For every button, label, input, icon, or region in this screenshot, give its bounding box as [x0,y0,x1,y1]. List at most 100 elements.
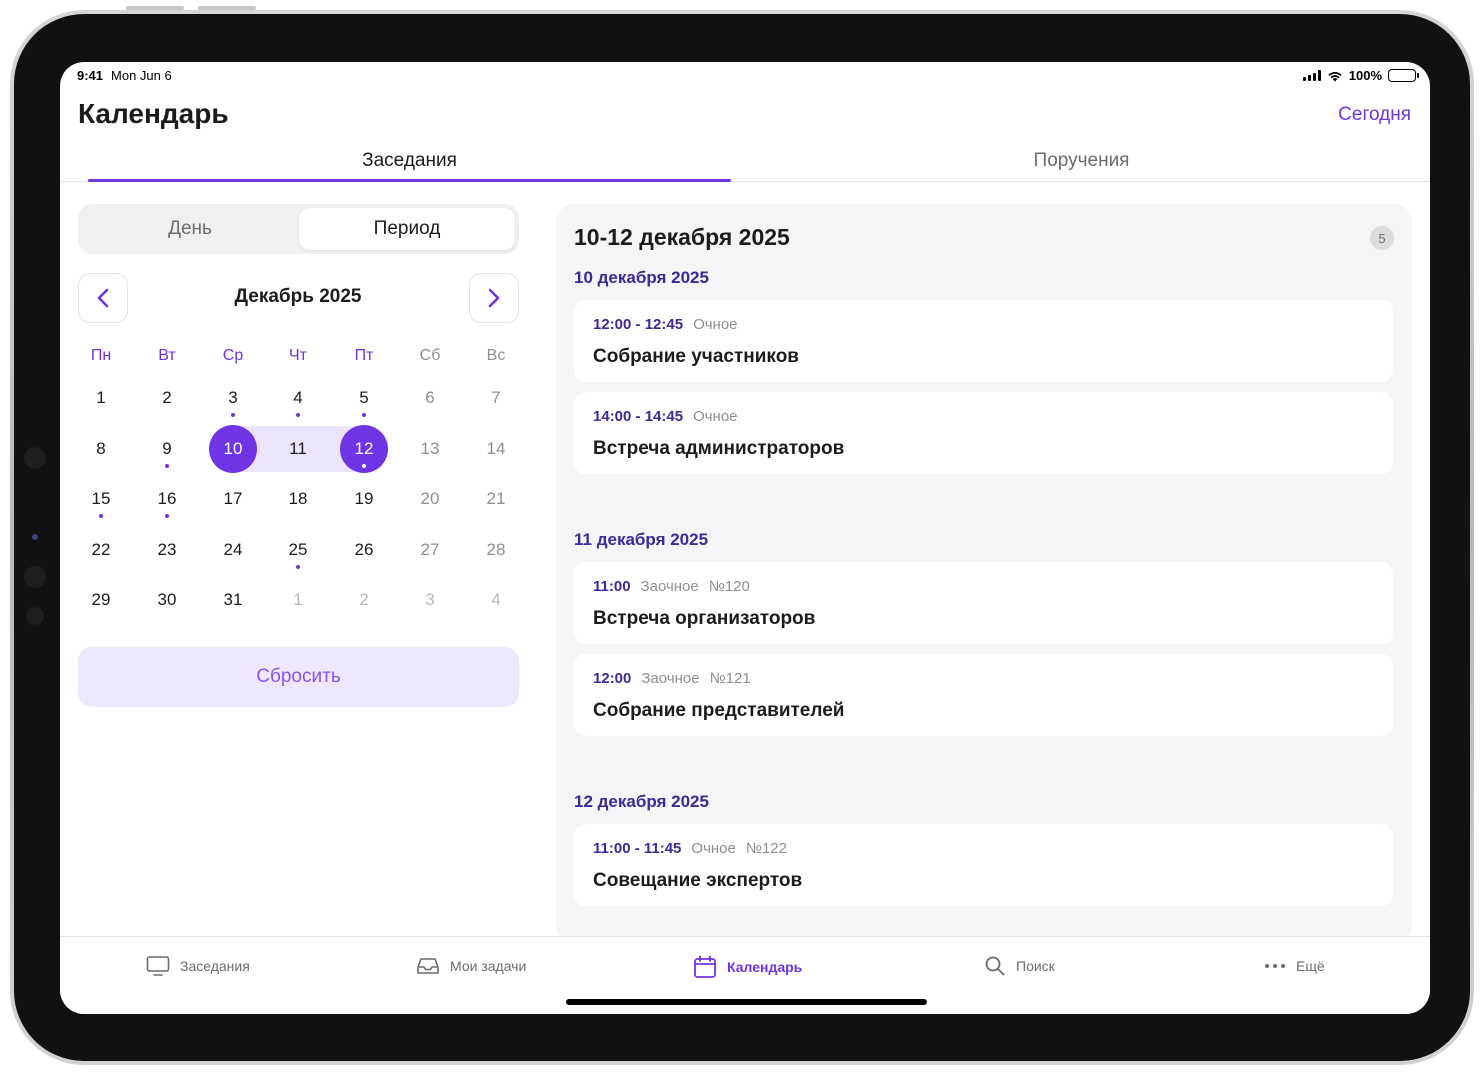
today-button[interactable]: Сегодня [1338,104,1411,126]
more-icon [1265,964,1285,968]
status-bar: 9:41 Mon Jun 6 100% [60,62,1430,88]
calendar-day[interactable]: 11 [274,425,322,473]
meeting-type: Очное [693,316,738,333]
active-tab-indicator [88,179,731,182]
day-number: 31 [223,590,243,609]
meeting-card[interactable]: 11:00 Заочное №120 Встреча организаторов [574,562,1393,644]
status-time: 9:41 [77,68,104,83]
calendar-day[interactable]: 31 [209,576,257,624]
tabbar-label: Заседания [180,958,250,974]
calendar-day[interactable]: 2 [340,576,388,624]
calendar-day[interactable]: 7 [472,374,520,422]
day-number: 10 [223,438,243,458]
meeting-meta: 12:00 Заочное №121 [593,670,751,687]
calendar-day[interactable]: 6 [406,374,454,422]
calendar-day[interactable]: 26 [340,526,388,574]
home-indicator [566,999,927,1005]
tabbar-item-calendar[interactable]: Календарь [693,955,802,979]
calendar-day[interactable]: 14 [472,425,520,473]
day-number: 17 [223,489,243,508]
calendar-day[interactable]: 18 [274,475,322,523]
calendar-day[interactable]: 13 [406,425,454,473]
tabbar-item-my-tasks[interactable]: Мои задачи [416,955,526,977]
day-number: 5 [359,388,369,407]
segment-period[interactable]: Период [299,208,515,250]
volume-button [126,6,184,10]
day-number: 25 [288,539,308,559]
calendar-day-selected[interactable]: 10 [209,424,257,473]
tab-assignments[interactable]: Поручения [760,150,1403,172]
status-date: Mon Jun 6 [111,68,172,83]
event-dot-icon [231,413,235,417]
calendar-day[interactable]: 29 [77,576,125,624]
power-button [198,6,256,10]
meeting-meta: 11:00 - 11:45 Очное №122 [593,840,787,857]
agenda-panel: 10-12 декабря 2025 5 10 декабря 2025 12:0… [556,204,1412,944]
bottom-tab-bar: Заседания Мои задачи Календарь Поиск Ещё [60,936,1430,1014]
meeting-title: Встреча администраторов [593,438,845,459]
event-count-badge: 5 [1370,226,1394,250]
calendar-day[interactable]: 1 [274,576,322,624]
prev-month-button[interactable] [78,273,128,323]
chevron-right-icon [488,288,500,308]
tabbar-item-more[interactable]: Ещё [1264,955,1325,977]
weekday-label: Чт [289,347,307,364]
meeting-type: Заочное [641,670,700,687]
day-number: 4 [293,388,303,407]
meeting-type: Очное [691,840,736,857]
reset-button[interactable]: Сбросить [78,647,519,707]
calendar-day[interactable]: 23 [143,526,191,574]
tabbar-item-search[interactable]: Поиск [984,955,1055,977]
event-dot-icon [165,514,169,518]
meeting-number: №120 [708,578,750,595]
calendar-day[interactable]: 3 [406,576,454,624]
meeting-title: Собрание участников [593,346,799,367]
calendar-day[interactable]: 15 [77,475,125,523]
calendar-day[interactable]: 3 [209,374,257,422]
battery-percent: 100% [1348,68,1382,83]
next-month-button[interactable] [469,273,519,323]
calendar-day[interactable]: 4 [274,374,322,422]
agenda-range-title: 10-12 декабря 2025 [574,224,790,250]
calendar-day[interactable]: 19 [340,475,388,523]
calendar-day[interactable]: 20 [406,475,454,523]
meeting-card[interactable]: 12:00 Заочное №121 Собрание представителей [574,654,1393,736]
segment-day[interactable]: День [82,208,298,250]
calendar-day[interactable]: 5 [340,374,388,422]
calendar-day[interactable]: 4 [472,576,520,624]
tabbar-item-meetings[interactable]: Заседания [146,955,250,977]
event-dot-icon [165,463,169,468]
camera-indicator [32,534,38,540]
calendar-day[interactable]: 25 [274,526,322,574]
chevron-left-icon [97,288,109,308]
meeting-time: 11:00 [593,578,631,595]
calendar-day[interactable]: 8 [77,425,125,473]
tab-meetings[interactable]: Заседания [88,150,731,172]
weekday-label: Сб [419,347,441,364]
calendar-day-selected[interactable]: 12 [340,424,388,473]
meeting-title: Совещание экспертов [593,870,803,891]
calendar-day[interactable]: 24 [209,526,257,574]
calendar-day[interactable]: 28 [472,526,520,574]
calendar-day[interactable]: 22 [77,526,125,574]
event-dot-icon [296,564,300,569]
day-number: 13 [420,438,440,458]
calendar-day[interactable]: 30 [143,576,191,624]
calendar-day[interactable]: 9 [143,425,191,473]
monitor-icon [146,956,170,976]
day-number: 3 [228,388,238,407]
calendar-day[interactable]: 16 [143,475,191,523]
calendar-day[interactable]: 27 [406,526,454,574]
meeting-card[interactable]: 11:00 - 11:45 Очное №122 Совещание эксперто… [574,824,1393,906]
day-number: 4 [491,590,501,609]
calendar-day[interactable]: 17 [209,475,257,523]
weekday-label: Ср [222,347,244,364]
calendar-day[interactable]: 21 [472,475,520,523]
calendar-day[interactable]: 2 [143,374,191,422]
day-number: 21 [486,489,506,508]
tabbar-label: Ещё [1296,958,1325,974]
weekday-label: Вс [486,347,506,364]
calendar-day[interactable]: 1 [77,374,125,422]
meeting-card[interactable]: 12:00 - 12:45 Очное Собрание участников [574,300,1393,382]
meeting-card[interactable]: 14:00 - 14:45 Очное Встреча администраторо… [574,392,1393,474]
